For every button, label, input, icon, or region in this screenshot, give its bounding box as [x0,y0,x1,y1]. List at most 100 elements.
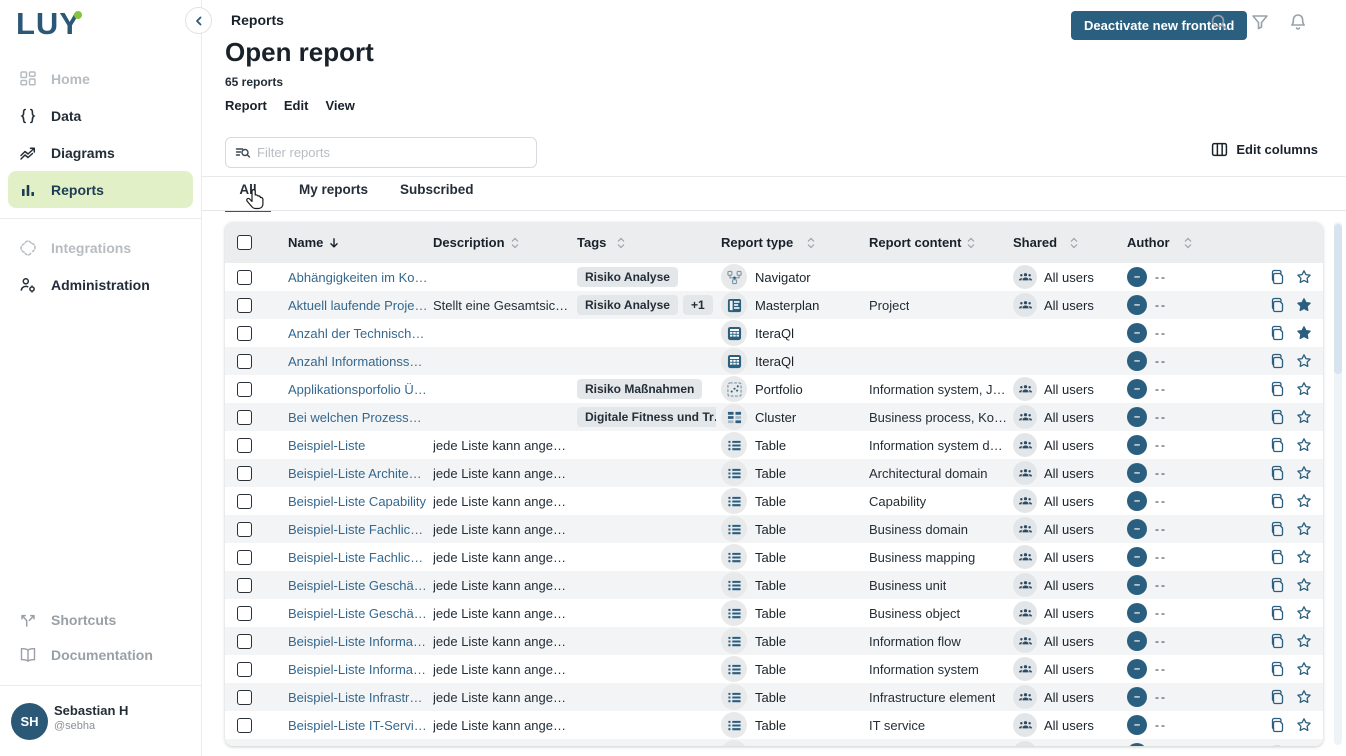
duplicate-report-icon[interactable] [1269,381,1286,398]
report-name-link[interactable]: Aktuell laufende Projek… [288,298,428,313]
favorite-star-icon[interactable] [1295,661,1312,678]
row-checkbox[interactable] [237,466,252,481]
table-row[interactable]: Bei welchen Prozessen… Digitale Fitness … [225,403,1323,431]
favorite-star-icon[interactable] [1295,437,1312,454]
tab-subscribed[interactable]: Subscribed [400,182,474,210]
report-name-link[interactable]: Beispiel-Liste Geschäft… [288,578,428,593]
row-checkbox[interactable] [237,550,252,565]
favorite-star-icon[interactable] [1295,297,1312,314]
table-row[interactable]: Beispiel-Liste Geschäft… jede Liste kann… [225,571,1323,599]
favorite-star-icon[interactable] [1295,633,1312,650]
select-all-checkbox[interactable] [237,235,252,250]
table-row[interactable]: Beispiel-Liste Capability jede Liste kan… [225,487,1323,515]
duplicate-report-icon[interactable] [1269,353,1286,370]
menu-view[interactable]: View [325,98,354,113]
report-name-link[interactable]: Beispiel-Liste IT-Servic… [288,718,428,733]
row-checkbox[interactable] [237,410,252,425]
table-row[interactable]: Abhängigkeiten im Kon… Risiko Analyse Na… [225,263,1323,291]
table-row[interactable]: Beispiel-Liste IT-Servic… jede Liste kan… [225,711,1323,739]
duplicate-report-icon[interactable] [1269,633,1286,650]
duplicate-report-icon[interactable] [1269,437,1286,454]
user-profile[interactable]: SH Sebastian H @sebha [0,685,201,756]
duplicate-report-icon[interactable] [1269,521,1286,538]
favorite-star-icon[interactable] [1295,745,1312,747]
notifications-bell-icon[interactable] [1288,12,1308,32]
sidebar-item-data[interactable]: Data [0,97,201,134]
favorite-star-icon[interactable] [1295,689,1312,706]
row-checkbox[interactable] [237,354,252,369]
sidebar-item-diagrams[interactable]: Diagrams [0,134,201,171]
duplicate-report-icon[interactable] [1269,325,1286,342]
table-row[interactable]: Beispiel-Liste Fachlich… jede Liste kann… [225,543,1323,571]
tab-my-reports[interactable]: My reports [299,182,368,210]
row-checkbox[interactable] [237,662,252,677]
report-name-link[interactable]: Beispiel-Liste Geschäft… [288,606,428,621]
favorite-star-icon[interactable] [1295,717,1312,734]
search-icon[interactable] [1209,12,1229,32]
duplicate-report-icon[interactable] [1269,297,1286,314]
favorite-star-icon[interactable] [1295,325,1312,342]
tab-all[interactable]: All [225,182,271,210]
report-name-link[interactable]: Applikationsporfolio Ü… [288,382,427,397]
menu-edit[interactable]: Edit [284,98,309,113]
favorite-star-icon[interactable] [1295,353,1312,370]
favorite-star-icon[interactable] [1295,577,1312,594]
sidebar-item-integrations[interactable]: Integrations [0,229,201,266]
row-checkbox[interactable] [237,522,252,537]
favorite-star-icon[interactable] [1295,605,1312,622]
row-checkbox[interactable] [237,382,252,397]
report-name-link[interactable]: Anzahl Informationssy… [288,354,428,369]
table-row[interactable]: Beispiel-Liste Fachlich… jede Liste kann… [225,515,1323,543]
favorite-star-icon[interactable] [1295,465,1312,482]
filter-reports-input[interactable] [257,145,527,160]
duplicate-report-icon[interactable] [1269,745,1286,747]
table-row[interactable]: Beispiel-Liste Infrastru… jede Liste kan… [225,683,1323,711]
favorite-star-icon[interactable] [1295,409,1312,426]
favorite-star-icon[interactable] [1295,269,1312,286]
report-name-link[interactable]: Beispiel-Liste Fachlich… [288,550,428,565]
report-name-link[interactable]: Beispiel-Liste Fachlich… [288,522,428,537]
table-row[interactable]: Aktuell laufende Projek… Stellt eine Ges… [225,291,1323,319]
column-header-description[interactable]: Description [428,222,572,263]
row-checkbox[interactable] [237,494,252,509]
duplicate-report-icon[interactable] [1269,549,1286,566]
table-row[interactable]: Anzahl Informationssy… IteraQl – -- [225,347,1323,375]
favorite-star-icon[interactable] [1295,493,1312,510]
duplicate-report-icon[interactable] [1269,661,1286,678]
column-header-name[interactable]: Name [283,222,428,263]
duplicate-report-icon[interactable] [1269,409,1286,426]
report-name-link[interactable]: Beispiel-Liste [288,438,365,453]
duplicate-report-icon[interactable] [1269,577,1286,594]
report-name-link[interactable]: Anzahl der Technische… [288,326,428,341]
report-name-link[interactable]: Beispiel-Liste Capability [288,494,426,509]
row-checkbox[interactable] [237,298,252,313]
duplicate-report-icon[interactable] [1269,465,1286,482]
report-name-link[interactable]: Abhängigkeiten im Kon… [288,270,428,285]
duplicate-report-icon[interactable] [1269,689,1286,706]
edit-columns-button[interactable]: Edit columns [1211,141,1318,158]
table-row[interactable]: Applikationsporfolio Ü… Risiko Maßnahmen… [225,375,1323,403]
sidebar-item-home[interactable]: Home [0,60,201,97]
duplicate-report-icon[interactable] [1269,605,1286,622]
table-row[interactable]: All users – -- [225,739,1323,746]
row-checkbox[interactable] [237,718,252,733]
favorite-star-icon[interactable] [1295,381,1312,398]
table-row[interactable]: Beispiel-Liste Informati… jede Liste kan… [225,655,1323,683]
report-name-link[interactable]: Beispiel-Liste Infrastru… [288,690,428,705]
column-header-tags[interactable]: Tags [572,222,716,263]
report-name-link[interactable]: Beispiel-Liste Informati… [288,634,428,649]
table-scrollbar-thumb[interactable] [1334,224,1342,374]
sidebar-item-shortcuts[interactable]: Shortcuts [0,605,201,635]
report-name-link[interactable]: Bei welchen Prozessen… [288,410,428,425]
row-checkbox[interactable] [237,746,252,747]
duplicate-report-icon[interactable] [1269,493,1286,510]
report-name-link[interactable]: Beispiel-Liste Architekt… [288,466,428,481]
table-row[interactable]: Beispiel-Liste Architekt… jede Liste kan… [225,459,1323,487]
column-header-report-type[interactable]: Report type [716,222,864,263]
table-row[interactable]: Beispiel-Liste Informati… jede Liste kan… [225,627,1323,655]
row-checkbox[interactable] [237,578,252,593]
row-checkbox[interactable] [237,634,252,649]
row-checkbox[interactable] [237,270,252,285]
sidebar-item-reports[interactable]: Reports [8,171,193,208]
sidebar-collapse-button[interactable] [185,7,212,34]
